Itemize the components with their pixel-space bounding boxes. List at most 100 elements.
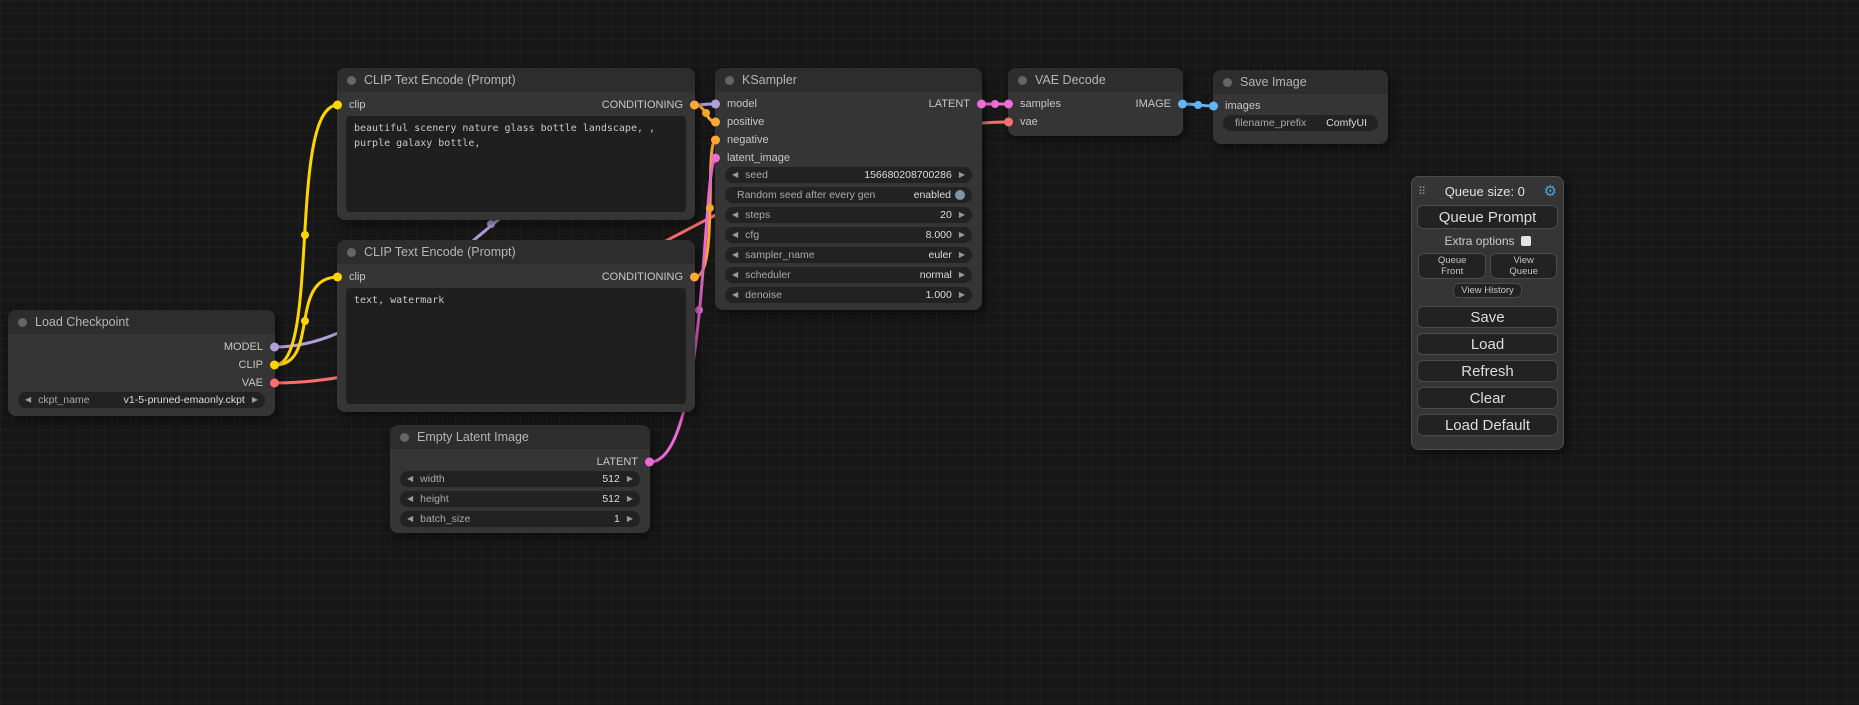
link-midpoint-dot	[991, 100, 999, 108]
width-widget[interactable]: ◀ width 512 ▶	[400, 471, 640, 487]
filename-prefix-widget[interactable]: filename_prefix ComfyUI	[1223, 115, 1378, 131]
increment-arrow-icon[interactable]: ▶	[627, 475, 633, 483]
link-midpoint-dot	[702, 109, 710, 117]
positive-prompt-textarea[interactable]: beautiful scenery nature glass bottle la…	[346, 116, 686, 212]
node-vae-decode[interactable]: VAE Decode samples IMAGE vae	[1008, 68, 1183, 136]
collapse-dot-icon[interactable]	[1018, 76, 1027, 85]
collapse-dot-icon[interactable]	[1223, 78, 1232, 87]
extra-options-checkbox[interactable]	[1521, 236, 1531, 246]
widget-label: Random seed after every gen	[737, 189, 875, 201]
node-title: CLIP Text Encode (Prompt)	[364, 245, 516, 259]
node-load-checkpoint[interactable]: Load Checkpoint MODEL CLIP VAE ◀ ckpt_na…	[8, 310, 275, 416]
sampler-name-widget[interactable]: ◀ sampler_name euler ▶	[725, 247, 972, 263]
decrement-arrow-icon[interactable]: ◀	[407, 515, 413, 523]
negative-prompt-textarea[interactable]: text, watermark	[346, 288, 686, 404]
widget-label: sampler_name	[745, 249, 814, 261]
collapse-dot-icon[interactable]	[18, 318, 27, 327]
settings-gear-icon[interactable]: ⚙	[1544, 182, 1557, 200]
clip-output-dot[interactable]	[270, 361, 279, 370]
input-label-model: model	[727, 98, 757, 110]
toggle-dot-icon[interactable]	[955, 190, 965, 200]
drag-handle-icon[interactable]: ⠿	[1418, 185, 1426, 198]
node-save-image[interactable]: Save Image images filename_prefix ComfyU…	[1213, 70, 1388, 144]
positive-input-dot[interactable]	[711, 118, 720, 127]
view-queue-button[interactable]: View Queue	[1490, 253, 1557, 279]
model-input-dot[interactable]	[711, 100, 720, 109]
latent-output-dot[interactable]	[977, 100, 986, 109]
decrement-arrow-icon[interactable]: ◀	[407, 475, 413, 483]
widget-value: 512	[602, 493, 620, 505]
increment-arrow-icon[interactable]: ▶	[627, 515, 633, 523]
view-history-button[interactable]: View History	[1453, 283, 1522, 298]
increment-arrow-icon[interactable]: ▶	[959, 211, 965, 219]
link-midpoint-dot	[487, 220, 495, 228]
image-output-dot[interactable]	[1178, 100, 1187, 109]
node-title-bar: KSampler	[715, 68, 982, 92]
random-seed-toggle-widget[interactable]: Random seed after every gen enabled	[725, 187, 972, 203]
node-clip-text-encode-negative[interactable]: CLIP Text Encode (Prompt) clip CONDITION…	[337, 240, 695, 412]
collapse-dot-icon[interactable]	[400, 433, 409, 442]
height-widget[interactable]: ◀ height 512 ▶	[400, 491, 640, 507]
node-clip-text-encode-positive[interactable]: CLIP Text Encode (Prompt) clip CONDITION…	[337, 68, 695, 220]
latent-image-input-dot[interactable]	[711, 154, 720, 163]
decrement-arrow-icon[interactable]: ◀	[732, 211, 738, 219]
scheduler-widget[interactable]: ◀ scheduler normal ▶	[725, 267, 972, 283]
input-label-latent-image: latent_image	[727, 152, 790, 164]
node-empty-latent-image[interactable]: Empty Latent Image LATENT ◀ width 512 ▶ …	[390, 425, 650, 533]
steps-widget[interactable]: ◀ steps 20 ▶	[725, 207, 972, 223]
denoise-widget[interactable]: ◀ denoise 1.000 ▶	[725, 287, 972, 303]
refresh-button[interactable]: Refresh	[1417, 360, 1558, 382]
increment-arrow-icon[interactable]: ▶	[959, 291, 965, 299]
input-label-negative: negative	[727, 134, 769, 146]
ckpt-name-widget[interactable]: ◀ ckpt_name v1-5-pruned-emaonly.ckpt ▶	[18, 392, 265, 408]
output-slot-model: MODEL	[8, 338, 275, 356]
output-label-conditioning: CONDITIONING	[602, 271, 683, 283]
queue-front-button[interactable]: Queue Front	[1418, 253, 1486, 279]
clip-input-dot[interactable]	[333, 273, 342, 282]
load-default-button[interactable]: Load Default	[1417, 414, 1558, 436]
link-midpoint-dot	[301, 317, 309, 325]
samples-input-dot[interactable]	[1004, 100, 1013, 109]
queue-prompt-button[interactable]: Queue Prompt	[1417, 205, 1558, 229]
conditioning-output-dot[interactable]	[690, 101, 699, 110]
vae-output-dot[interactable]	[270, 379, 279, 388]
node-title: CLIP Text Encode (Prompt)	[364, 73, 516, 87]
increment-arrow-icon[interactable]: ▶	[627, 495, 633, 503]
decrement-arrow-icon[interactable]: ◀	[732, 171, 738, 179]
decrement-arrow-icon[interactable]: ◀	[732, 231, 738, 239]
node-title: Load Checkpoint	[35, 315, 129, 329]
collapse-dot-icon[interactable]	[347, 248, 356, 257]
batch-size-widget[interactable]: ◀ batch_size 1 ▶	[400, 511, 640, 527]
output-label-image: IMAGE	[1136, 98, 1171, 110]
decrement-arrow-icon[interactable]: ◀	[732, 251, 738, 259]
clip-input-dot[interactable]	[333, 101, 342, 110]
widget-label: filename_prefix	[1235, 117, 1306, 129]
slot-row: negative	[715, 131, 982, 149]
latent-output-dot[interactable]	[645, 458, 654, 467]
decrement-arrow-icon[interactable]: ◀	[25, 396, 31, 404]
conditioning-output-dot[interactable]	[690, 273, 699, 282]
clear-button[interactable]: Clear	[1417, 387, 1558, 409]
node-ksampler[interactable]: KSampler model LATENT positive negative …	[715, 68, 982, 310]
node-title-bar: VAE Decode	[1008, 68, 1183, 92]
output-label-conditioning: CONDITIONING	[602, 99, 683, 111]
collapse-dot-icon[interactable]	[725, 76, 734, 85]
decrement-arrow-icon[interactable]: ◀	[407, 495, 413, 503]
vae-input-dot[interactable]	[1004, 118, 1013, 127]
increment-arrow-icon[interactable]: ▶	[252, 396, 258, 404]
decrement-arrow-icon[interactable]: ◀	[732, 291, 738, 299]
collapse-dot-icon[interactable]	[347, 76, 356, 85]
save-button[interactable]: Save	[1417, 306, 1558, 328]
seed-widget[interactable]: ◀ seed 156680208700286 ▶	[725, 167, 972, 183]
increment-arrow-icon[interactable]: ▶	[959, 251, 965, 259]
model-output-dot[interactable]	[270, 343, 279, 352]
node-graph-canvas[interactable]: Load Checkpoint MODEL CLIP VAE ◀ ckpt_na…	[0, 0, 1859, 705]
increment-arrow-icon[interactable]: ▶	[959, 231, 965, 239]
decrement-arrow-icon[interactable]: ◀	[732, 271, 738, 279]
cfg-widget[interactable]: ◀ cfg 8.000 ▶	[725, 227, 972, 243]
negative-input-dot[interactable]	[711, 136, 720, 145]
images-input-dot[interactable]	[1209, 102, 1218, 111]
increment-arrow-icon[interactable]: ▶	[959, 271, 965, 279]
increment-arrow-icon[interactable]: ▶	[959, 171, 965, 179]
load-button[interactable]: Load	[1417, 333, 1558, 355]
